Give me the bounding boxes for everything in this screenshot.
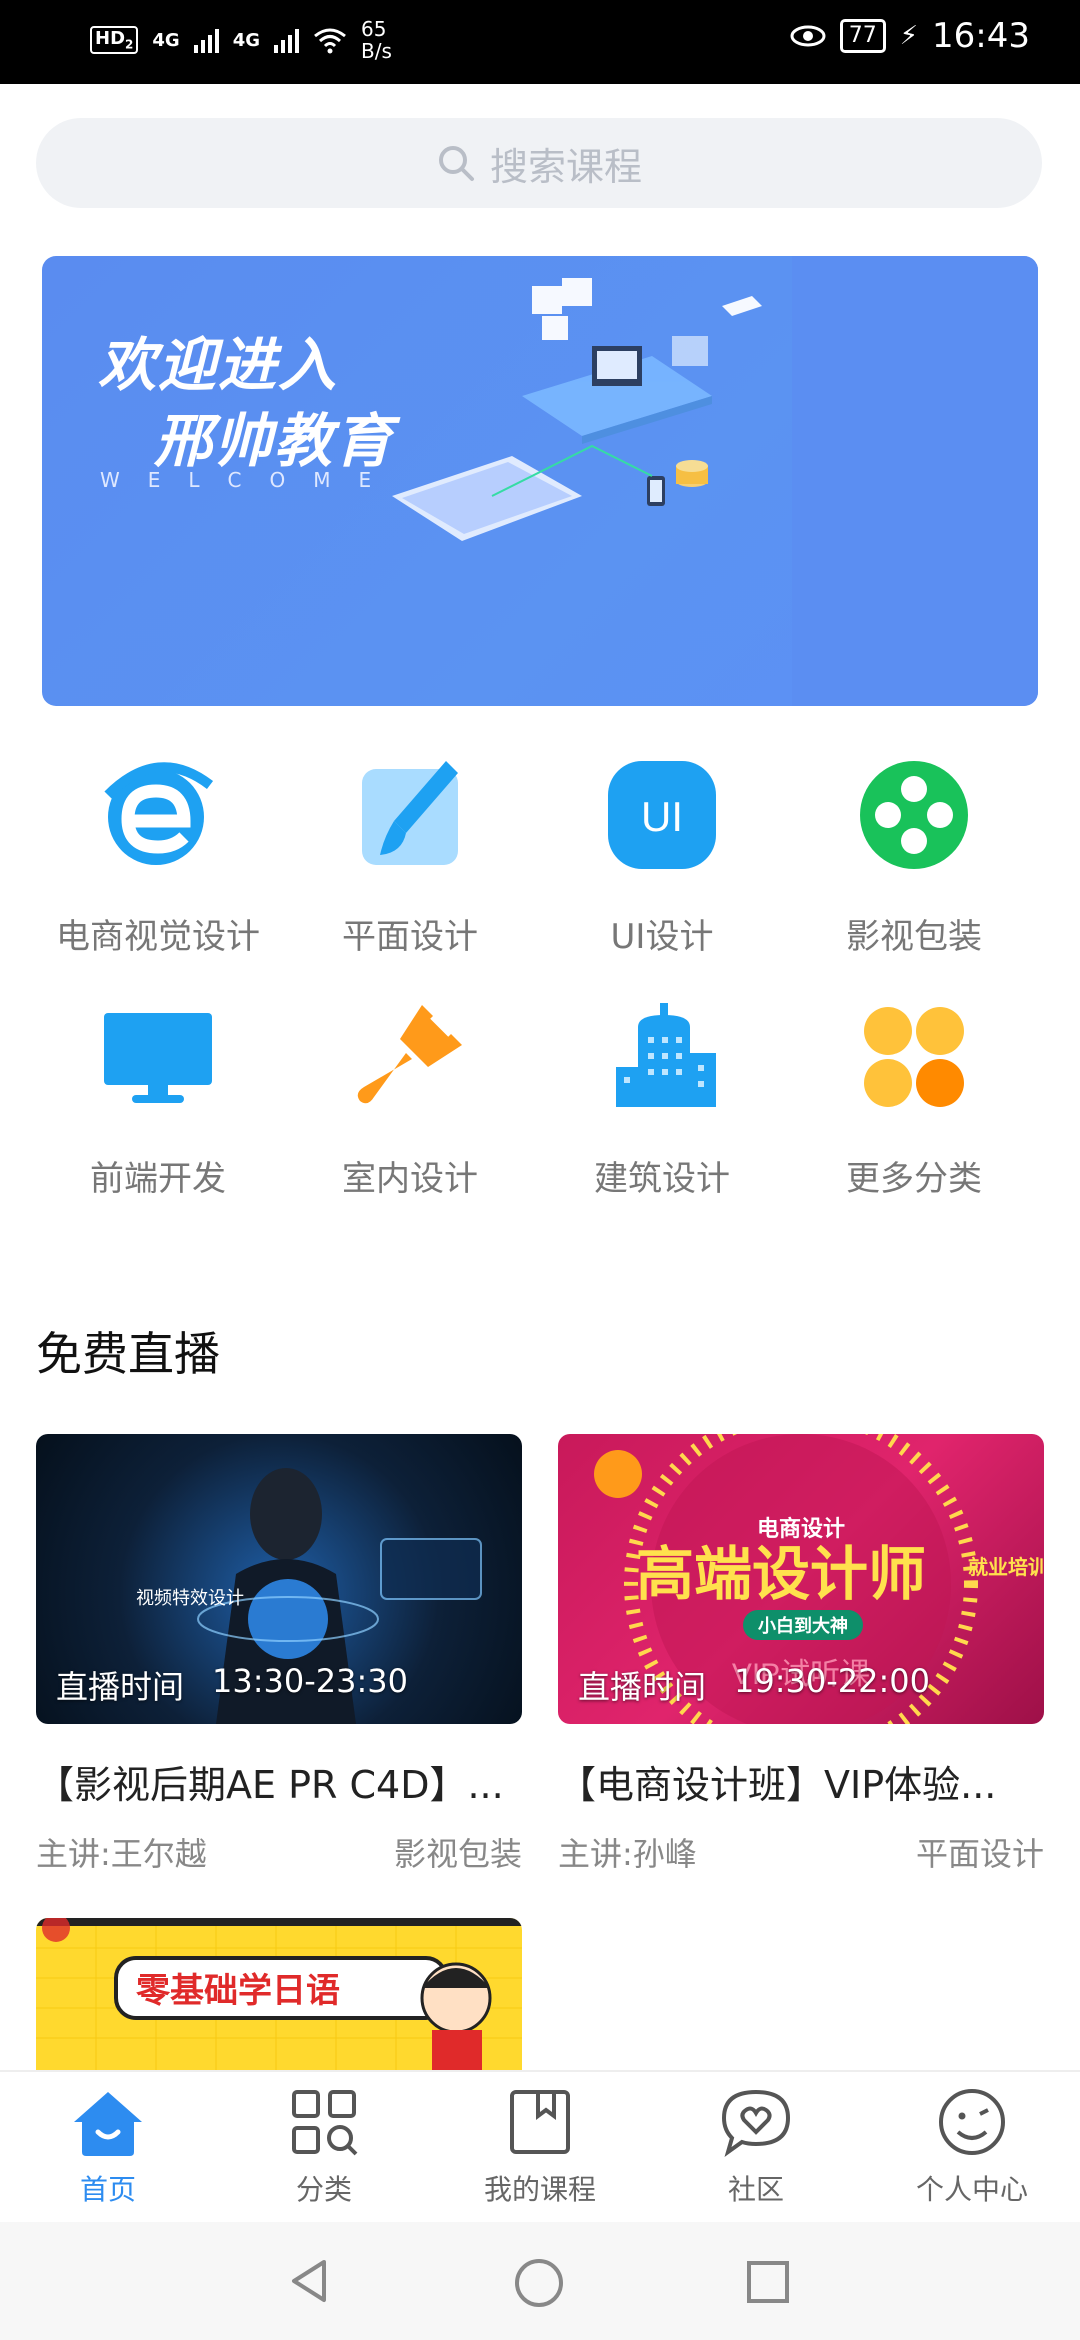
status-bar: HD2 4G 4G 65 B/s 77 ⚡ 16:43 (0, 0, 1080, 84)
category-frontend[interactable]: 前端开发 (32, 997, 284, 1200)
tab-community[interactable]: 社区 (648, 2072, 864, 2224)
signal-icon (274, 27, 299, 53)
status-left: HD2 4G 4G 65 B/s (90, 18, 392, 62)
e-icon (104, 762, 214, 865)
japanese-course-thumbnail: 零基础学日语 (36, 1918, 522, 2070)
teacher: 主讲:王尔越 (36, 1835, 207, 1873)
course-thumbnail: 电商设计 高端设计师 就业培训 小白到大神 VIP试听课 直播时间 19:30-2… (558, 1434, 1044, 1724)
category-label: 室内设计 (342, 1159, 478, 1199)
category-label: 影视包装 (846, 917, 982, 957)
system-nav-bar (0, 2222, 1080, 2340)
network-type-1: 4G (152, 29, 180, 51)
banner-welcome: WELCOME (100, 468, 400, 492)
section-title-free-live: 免费直播 (36, 1327, 220, 1381)
category-label: 更多分类 (846, 1159, 982, 1199)
category-label: UI设计 (610, 917, 714, 957)
home-circle-icon[interactable] (514, 2258, 564, 2308)
recents-icon[interactable] (746, 2260, 790, 2304)
eye-icon (790, 25, 826, 47)
category-label: 建筑设计 (594, 1159, 730, 1199)
search-icon (438, 146, 474, 181)
category-label: 前端开发 (90, 1159, 226, 1199)
battery-level: 77 (839, 19, 886, 53)
course-title: 【电商设计班】VIP体验... (558, 1763, 997, 1807)
category-label: 电商视觉设计 (56, 917, 260, 957)
hd-badge: HD2 (90, 26, 139, 54)
course-category: 平面设计 (915, 1835, 1044, 1873)
paint-roller-icon (357, 1005, 462, 1104)
office-illustration (392, 278, 762, 541)
network-speed: 65 B/s (361, 17, 392, 63)
category-interior[interactable]: 室内设计 (284, 997, 536, 1200)
category-icon (292, 2090, 358, 2156)
svg-text:零基础学日语: 零基础学日语 (136, 1971, 340, 2010)
svg-text:就业培训: 就业培训 (968, 1555, 1044, 1579)
banner-carousel[interactable]: 欢迎进入 邢帅教育 WELCOME (42, 256, 1038, 706)
svg-text:电商设计: 电商设计 (757, 1516, 845, 1541)
live-time: 直播时间 19:30-22:00 (578, 1662, 930, 1706)
clock: 16:43 (932, 16, 1030, 56)
tab-my-courses[interactable]: 我的课程 (432, 2072, 648, 2224)
category-ecommerce-visual[interactable]: 电商视觉设计 (32, 755, 284, 958)
tab-profile[interactable]: 个人中心 (864, 2072, 1080, 2224)
profile-face-icon (939, 2089, 1005, 2155)
network-type-2: 4G (232, 29, 260, 51)
tab-category[interactable]: 分类 (216, 2072, 432, 2224)
category-film-packaging[interactable]: 影视包装 (788, 755, 1040, 958)
banner-title-line1: 欢迎进入 (98, 331, 339, 399)
course-meta: 主讲:王尔越 影视包装 (36, 1829, 522, 1875)
building-icon (616, 1003, 716, 1107)
banner-title-line2: 邢帅教育 (154, 407, 395, 475)
search-bar[interactable]: 搜索课程 (36, 118, 1042, 208)
bookmark-icon (510, 2090, 570, 2154)
teacher: 主讲:孙峰 (558, 1835, 697, 1873)
category-graphic-design[interactable]: 平面设计 (284, 755, 536, 958)
vfx-label: 视频特效设计 (136, 1588, 244, 1608)
course-thumbnail: 视频特效设计 直播时间 13:30-23:30 (36, 1434, 522, 1724)
signal-icon (193, 27, 219, 53)
category-more[interactable]: 更多分类 (788, 997, 1040, 1200)
wifi-icon (314, 28, 346, 54)
live-course-card[interactable]: 电商设计 高端设计师 就业培训 小白到大神 VIP试听课 直播时间 19:30-2… (558, 1434, 1044, 1875)
course-title: 【影视后期AE PR C4D】... (36, 1763, 504, 1807)
category-ui-design[interactable]: UI UI设计 (536, 755, 788, 958)
bottom-tab-bar: 首页 分类 我的课程 社区 个人中心 (0, 2070, 1080, 2222)
svg-text:小白到大神: 小白到大神 (758, 1615, 848, 1636)
more-dots-icon (864, 1007, 964, 1107)
svg-text:高端设计师: 高端设计师 (636, 1542, 926, 1607)
film-reel-icon (860, 761, 968, 869)
svg-text:UI: UI (641, 793, 683, 840)
live-course-card-partial[interactable]: 零基础学日语 (36, 1918, 522, 2070)
brush-icon (362, 761, 458, 865)
category-label: 平面设计 (342, 917, 478, 957)
live-course-card[interactable]: 视频特效设计 直播时间 13:30-23:30 【影视后期AE PR C4D】..… (36, 1434, 522, 1875)
community-heart-icon (721, 2089, 791, 2157)
back-icon[interactable] (286, 2258, 332, 2304)
course-meta: 主讲:孙峰 平面设计 (558, 1829, 1044, 1875)
charging-icon: ⚡ (899, 21, 919, 51)
category-architecture[interactable]: 建筑设计 (536, 997, 788, 1200)
ui-icon: UI (608, 761, 716, 869)
live-time: 直播时间 13:30-23:30 (56, 1662, 408, 1706)
status-right: 77 ⚡ 16:43 (790, 16, 1030, 56)
home-icon (74, 2092, 142, 2156)
monitor-icon (104, 1013, 212, 1103)
search-placeholder: 搜索课程 (489, 144, 642, 189)
tab-home[interactable]: 首页 (0, 2072, 216, 2224)
course-category: 影视包装 (393, 1835, 522, 1873)
banner-next-peek (792, 256, 1038, 706)
